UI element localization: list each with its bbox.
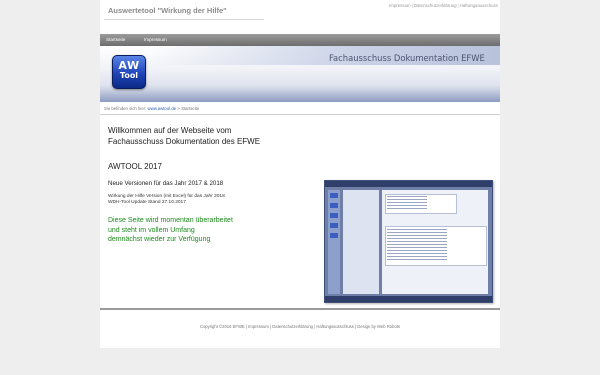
footer-divider — [100, 308, 500, 310]
version-info: Wirkung der Hilfe Version (mit Excel) fü… — [108, 194, 225, 206]
welcome-line-1: Willkommen auf der Webseite vom — [108, 126, 232, 135]
maintenance-notice: Diese Seite wird momentan überarbeitet u… — [108, 216, 233, 245]
breadcrumb-home-link[interactable]: www.awtool.de — [147, 106, 176, 111]
notice-line-3: demnächst wieder zur Verfügung — [108, 236, 211, 243]
awtool-logo[interactable]: AW Tool — [112, 55, 146, 89]
welcome-line-2: Fachausschuss Dokumentation des EFWE — [108, 137, 261, 146]
top-link-haftung[interactable]: Haftungsausschuss — [460, 3, 498, 8]
banner-stripe — [100, 90, 500, 102]
screenshot-taskbar — [325, 296, 492, 302]
screenshot-table-rows — [387, 229, 447, 261]
footer-text: Copyright ©2016 EFWE | Impressum | Daten… — [199, 324, 401, 329]
screenshot-icon — [330, 223, 338, 228]
screenshot-icon — [330, 233, 338, 238]
screenshot-icon — [330, 213, 338, 218]
breadcrumb-separator: > — [177, 106, 180, 111]
screenshot-panel — [343, 190, 379, 294]
screenshot-icon — [330, 193, 338, 198]
top-links: Impressum|Datenschutzerklärung|Haftungsa… — [389, 3, 498, 8]
banner-title: Fachausschuss Dokumentation EFWE — [329, 53, 485, 63]
notice-line-1: Diese Seite wird momentan überarbeitet — [108, 217, 233, 224]
top-link-impressum[interactable]: Impressum — [389, 3, 411, 8]
versions-heading: Neue Versionen für das Jahr 2017 & 2018 — [108, 180, 224, 187]
logo-text-tool: Tool — [119, 71, 139, 80]
screenshot-table-rows — [387, 196, 427, 210]
breadcrumb: Sie befinden sich hier: www.awtool.de > … — [104, 106, 199, 111]
breadcrumb-current: Startseite — [181, 106, 200, 111]
screenshot-titlebar — [325, 181, 492, 187]
software-screenshot-image[interactable] — [324, 180, 493, 303]
screenshot-icon — [330, 203, 338, 208]
welcome-heading: Willkommen auf der Webseite vom Fachauss… — [108, 125, 260, 147]
info-line-2[interactable]: WDH-Tool Update Stand 27.10.2017 — [108, 200, 225, 206]
breadcrumb-divider — [100, 114, 500, 115]
nav-item-startseite[interactable]: Startseite — [106, 37, 125, 42]
main-nav: Startseite Impressum — [100, 34, 500, 46]
breadcrumb-prefix: Sie befinden sich hier: — [104, 106, 147, 111]
notice-line-2: und steht im vollem Umfang — [108, 226, 195, 234]
nav-item-impressum[interactable]: Impressum — [144, 37, 167, 42]
product-title: AWTOOL 2017 — [108, 162, 162, 171]
title-divider — [104, 19, 264, 20]
site-title: Auswertetool "Wirkung der Hilfe" — [108, 6, 227, 15]
top-link-datenschutz[interactable]: Datenschutzerklärung — [414, 3, 457, 8]
